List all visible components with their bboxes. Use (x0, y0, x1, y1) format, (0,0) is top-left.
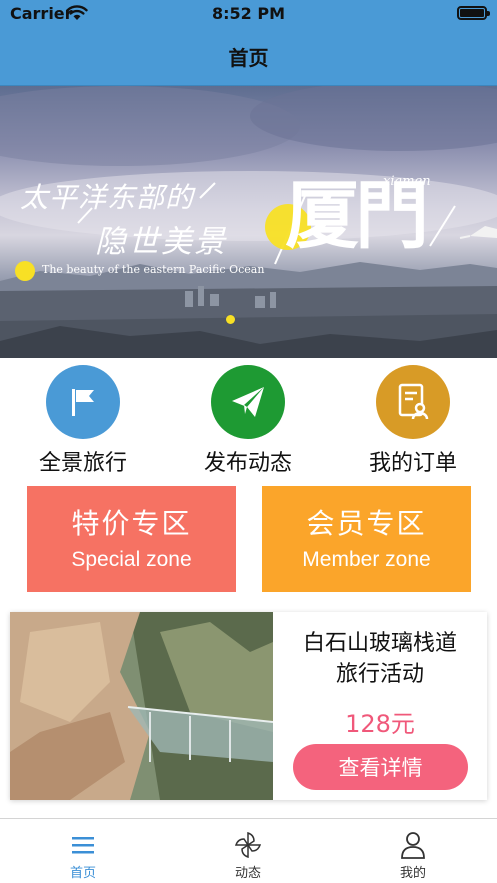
status-bar: Carrier 8:52 PM (0, 0, 497, 28)
promo-title: 特价专区 (71, 507, 192, 540)
banner-headline-2: 隐世美景 (95, 224, 227, 260)
tab-updates[interactable]: 动态 (188, 819, 308, 881)
quick-links: 全景旅行 发布动态 我的订单 (0, 365, 497, 477)
paper-plane-icon (211, 365, 285, 439)
quick-link-label: 我的订单 (368, 451, 457, 476)
pinwheel-icon (188, 828, 308, 862)
quick-link-panorama-travel[interactable]: 全景旅行 (13, 365, 153, 477)
quick-link-label: 发布动态 (203, 451, 292, 476)
navigation-bar: Carrier 8:52 PM 首页 (0, 0, 497, 86)
tab-profile[interactable]: 我的 (353, 819, 473, 881)
banner-carousel[interactable]: 太平洋东部的 隐世美景 厦門 xiamen The beauty of the … (0, 86, 497, 358)
clock: 8:52 PM (211, 4, 285, 23)
tab-label: 我的 (399, 866, 426, 881)
tab-bar: 首页 动态 我的 (0, 818, 497, 883)
product-image (10, 612, 273, 800)
person-icon (353, 828, 473, 862)
member-zone-tile[interactable]: 会员专区 Member zone (262, 486, 471, 592)
quick-link-my-orders[interactable]: 我的订单 (343, 365, 483, 477)
tab-label: 首页 (69, 866, 96, 881)
banner-headline: 太平洋东部的 (20, 181, 195, 214)
home-list-icon (23, 828, 143, 862)
product-price: 128元 (345, 710, 415, 738)
carousel-page-indicator[interactable] (226, 315, 235, 324)
promo-subtitle: Special zone (71, 548, 192, 571)
order-document-icon (376, 365, 450, 439)
quick-link-label: 全景旅行 (38, 451, 127, 476)
banner-city-name: 厦門 (285, 173, 429, 259)
special-zone-tile[interactable]: 特价专区 Special zone (27, 486, 236, 592)
product-title: 白石山玻璃栈道 旅行活动 (302, 631, 457, 687)
promo-title: 会员专区 (306, 507, 427, 540)
product-card[interactable]: 白石山玻璃栈道 旅行活动 128元 查看详情 (10, 612, 487, 800)
banner-subtitle: The beauty of the eastern Pacific Ocean (42, 263, 265, 276)
banner-city-romanized: xiamen (383, 174, 431, 189)
flag-icon (46, 365, 120, 439)
sun-decoration-small (15, 261, 35, 281)
tab-label: 动态 (234, 866, 261, 881)
quick-link-post-update[interactable]: 发布动态 (178, 365, 318, 477)
battery-icon (457, 6, 490, 20)
page-title: 首页 (228, 46, 269, 70)
tab-home[interactable]: 首页 (23, 819, 143, 881)
promo-subtitle: Member zone (302, 548, 431, 571)
view-details-button[interactable]: 查看详情 (293, 744, 468, 790)
